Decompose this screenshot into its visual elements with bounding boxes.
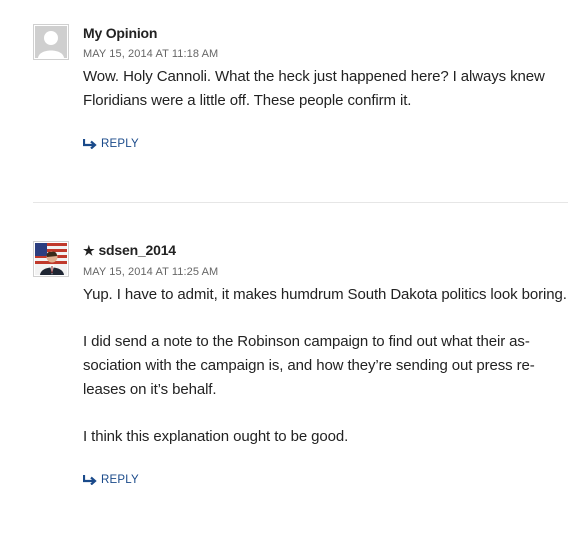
reply-arrow-icon [83,139,97,149]
comment-author[interactable]: ★ sdsen_2014 [83,241,568,260]
author-name[interactable]: My Opinion [83,25,157,41]
comment-content: ★ sdsen_2014 MAY 15, 2014 AT 11:25 AM Yup… [83,241,568,490]
comment-paragraph: Wow. Holy Cannoli. What the heck just ha… [83,68,545,109]
reply-button[interactable]: REPLY [83,474,139,486]
reply-label: REPLY [101,137,139,150]
comment-body: Yup. I have to admit, it makes humdrum S… [83,283,568,449]
comment-paragraph: Yup. I have to admit, it makes humdrum S… [83,286,567,303]
star-icon: ★ [83,243,95,258]
author-name[interactable]: sdsen_2014 [98,242,176,258]
user-photo-icon [35,243,67,275]
avatar[interactable] [33,241,69,277]
avatar[interactable] [33,24,69,60]
comment-date-link[interactable]: MAY 15, 2014 AT 11:25 AM [83,266,568,279]
comment-paragraph: I did send a note to the Robinson campai… [83,333,535,398]
comment-paragraph: I think this explanation ought to be goo… [83,428,349,445]
comment-divider [33,202,568,203]
reply-label: REPLY [101,473,139,486]
reply-arrow-icon [83,475,97,485]
default-avatar-icon [35,26,67,58]
comment-content: My Opinion MAY 15, 2014 AT 11:18 AM Wow.… [83,24,568,154]
reply-button[interactable]: REPLY [83,138,139,150]
comment-author[interactable]: My Opinion [83,24,568,42]
comment-date-link[interactable]: MAY 15, 2014 AT 11:18 AM [83,48,568,61]
comment-body: Wow. Holy Cannoli. What the heck just ha… [83,65,568,113]
